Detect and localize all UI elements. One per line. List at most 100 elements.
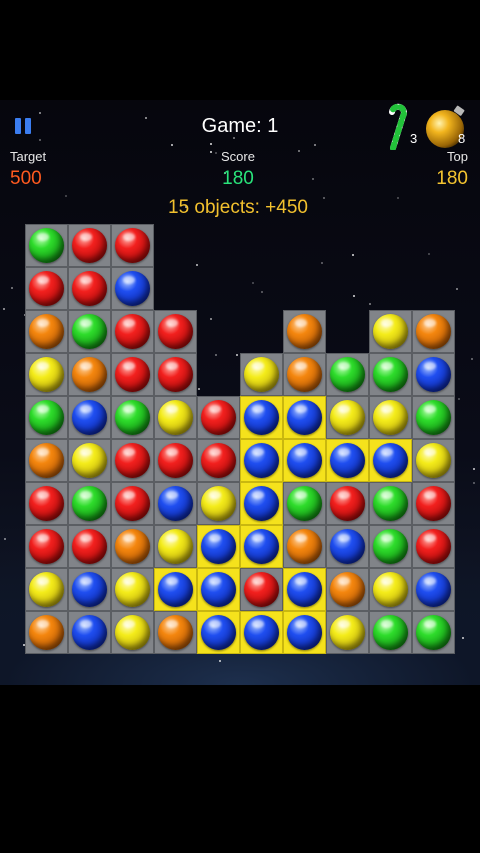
- board-cell[interactable]: [412, 396, 455, 439]
- board-cell[interactable]: [25, 611, 68, 654]
- board-cell[interactable]: [111, 224, 154, 267]
- blue-ball: [72, 572, 107, 607]
- green-ball: [115, 400, 150, 435]
- board-cell[interactable]: [326, 611, 369, 654]
- yellow-ball: [201, 486, 236, 521]
- board-cell[interactable]: [154, 611, 197, 654]
- board-cell[interactable]: [369, 353, 412, 396]
- board-cell[interactable]: [240, 611, 283, 654]
- board-cell[interactable]: [283, 310, 326, 353]
- candy-cane-icon[interactable]: [386, 102, 412, 150]
- star: [39, 112, 41, 114]
- board-cell[interactable]: [369, 439, 412, 482]
- board-cell[interactable]: [154, 439, 197, 482]
- board-cell[interactable]: [240, 353, 283, 396]
- board-cell[interactable]: [412, 353, 455, 396]
- blue-ball: [72, 400, 107, 435]
- board-cell[interactable]: [68, 396, 111, 439]
- board-cell[interactable]: [154, 525, 197, 568]
- board-cell[interactable]: [25, 353, 68, 396]
- board-cell[interactable]: [197, 482, 240, 525]
- board-cell[interactable]: [412, 568, 455, 611]
- board-cell[interactable]: [197, 611, 240, 654]
- board-cell[interactable]: [369, 310, 412, 353]
- board-cell[interactable]: [25, 310, 68, 353]
- board-cell[interactable]: [283, 396, 326, 439]
- board-cell[interactable]: [68, 525, 111, 568]
- board-cell[interactable]: [326, 353, 369, 396]
- board-cell[interactable]: [154, 482, 197, 525]
- board-cell[interactable]: [197, 396, 240, 439]
- board-cell[interactable]: [25, 525, 68, 568]
- board-cell[interactable]: [369, 611, 412, 654]
- board-cell[interactable]: [111, 439, 154, 482]
- green-ball: [416, 615, 451, 650]
- board-cell[interactable]: [240, 482, 283, 525]
- candy-cane-count: 3: [410, 131, 418, 146]
- board-cell[interactable]: [326, 525, 369, 568]
- red-ball: [158, 357, 193, 392]
- board-cell[interactable]: [68, 611, 111, 654]
- board-cell[interactable]: [412, 439, 455, 482]
- board-cell[interactable]: [369, 482, 412, 525]
- board-cell[interactable]: [111, 525, 154, 568]
- board-cell[interactable]: [25, 396, 68, 439]
- board-cell[interactable]: [283, 611, 326, 654]
- board-cell[interactable]: [68, 267, 111, 310]
- board-cell[interactable]: [326, 396, 369, 439]
- board-cell[interactable]: [412, 310, 455, 353]
- board-cell[interactable]: [197, 439, 240, 482]
- board-cell[interactable]: [68, 224, 111, 267]
- board-cell[interactable]: [240, 568, 283, 611]
- board-cell[interactable]: [111, 568, 154, 611]
- board-cell[interactable]: [240, 396, 283, 439]
- board-cell[interactable]: [240, 439, 283, 482]
- board-cell[interactable]: [326, 482, 369, 525]
- board-cell[interactable]: [111, 611, 154, 654]
- board-cell[interactable]: [111, 353, 154, 396]
- board-cell[interactable]: [25, 267, 68, 310]
- red-ball: [115, 314, 150, 349]
- board-cell[interactable]: [369, 525, 412, 568]
- board-cell[interactable]: [283, 568, 326, 611]
- board-cell[interactable]: [25, 224, 68, 267]
- board-cell[interactable]: [369, 396, 412, 439]
- board-cell[interactable]: [111, 267, 154, 310]
- board-cell[interactable]: [283, 482, 326, 525]
- board-cell[interactable]: [68, 568, 111, 611]
- board-cell[interactable]: [197, 525, 240, 568]
- board-cell[interactable]: [283, 525, 326, 568]
- board-cell[interactable]: [25, 482, 68, 525]
- board-cell[interactable]: [412, 611, 455, 654]
- board-cell[interactable]: [326, 439, 369, 482]
- orange-ball: [287, 314, 322, 349]
- board-cell[interactable]: [68, 310, 111, 353]
- red-ball: [115, 443, 150, 478]
- board-cell[interactable]: [111, 482, 154, 525]
- board-cell[interactable]: [154, 396, 197, 439]
- board-cell[interactable]: [111, 396, 154, 439]
- board-cell[interactable]: [25, 439, 68, 482]
- board-cell[interactable]: [412, 525, 455, 568]
- board-cell[interactable]: [283, 439, 326, 482]
- yellow-ball: [158, 400, 193, 435]
- board-cell[interactable]: [25, 568, 68, 611]
- board-cell[interactable]: [154, 353, 197, 396]
- board-cell[interactable]: [111, 310, 154, 353]
- blue-ball: [244, 400, 279, 435]
- board-cell[interactable]: [197, 568, 240, 611]
- yellow-ball: [115, 615, 150, 650]
- star: [210, 143, 212, 145]
- board-cell[interactable]: [154, 568, 197, 611]
- board-cell[interactable]: [326, 568, 369, 611]
- board-cell[interactable]: [240, 525, 283, 568]
- board-cell[interactable]: [68, 482, 111, 525]
- board-cell[interactable]: [369, 568, 412, 611]
- yellow-ball: [373, 314, 408, 349]
- board-cell[interactable]: [412, 482, 455, 525]
- board-cell[interactable]: [283, 353, 326, 396]
- board-cell[interactable]: [68, 353, 111, 396]
- board-cell[interactable]: [154, 310, 197, 353]
- board-cell[interactable]: [68, 439, 111, 482]
- star: [219, 660, 221, 662]
